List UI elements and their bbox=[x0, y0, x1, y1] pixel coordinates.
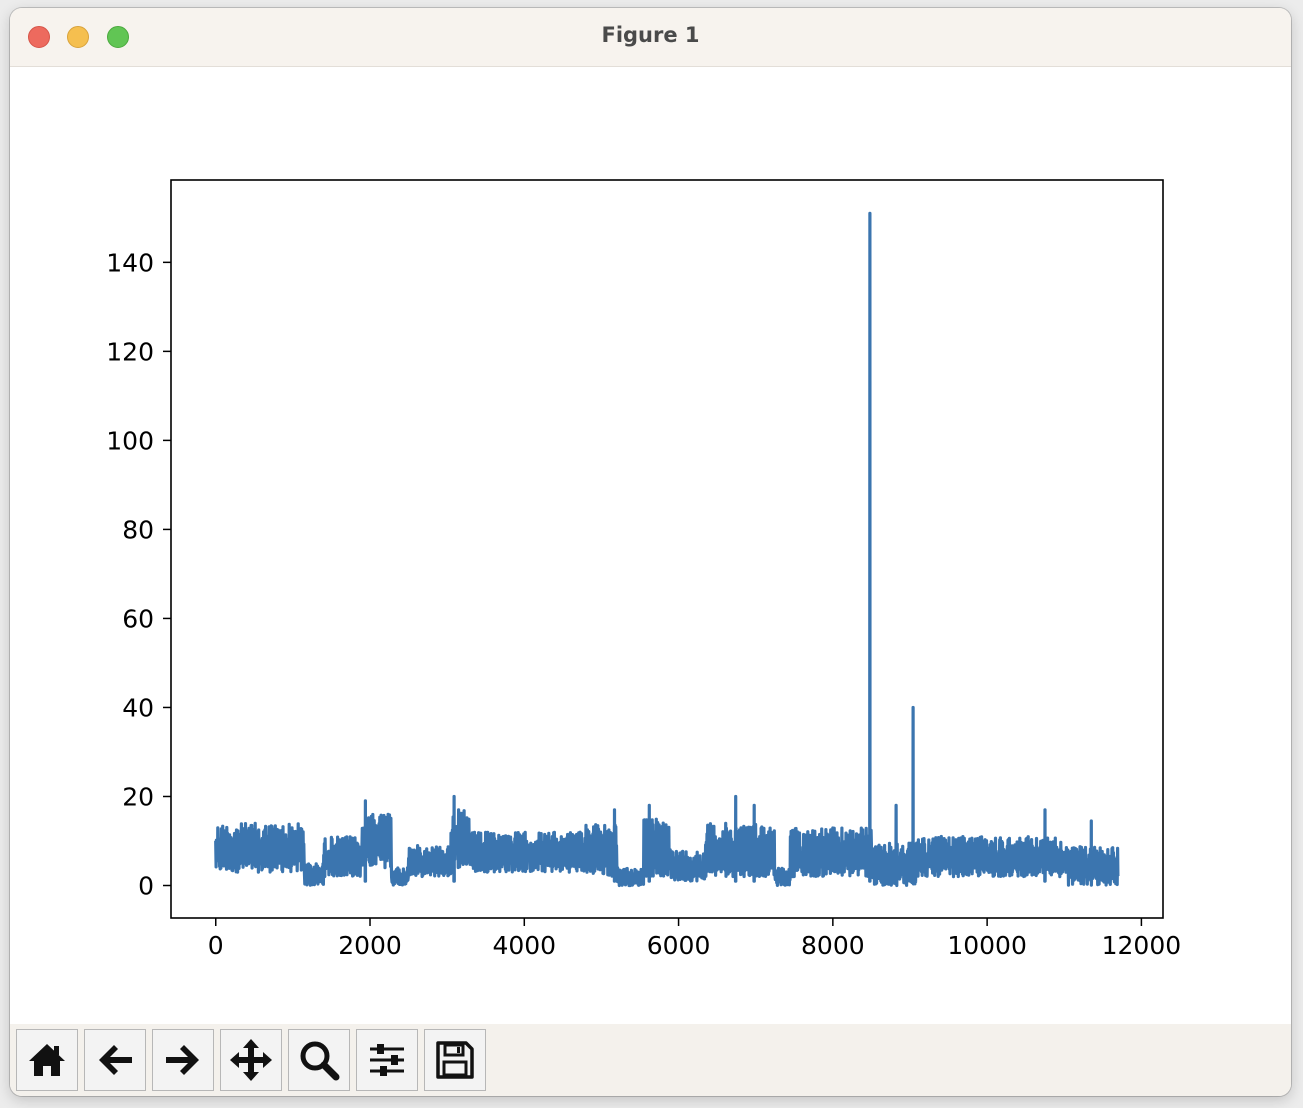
y-tick-label: 120 bbox=[106, 337, 154, 366]
title-bar[interactable]: Figure 1 bbox=[10, 8, 1291, 67]
floppy-disk-icon bbox=[436, 1041, 474, 1079]
line-chart[interactable]: 0 2000 4000 6000 8000 10000 12000 0 20 40 60 80 100 1… bbox=[10, 67, 1291, 1024]
y-tick-label: 40 bbox=[122, 693, 154, 722]
navigation-toolbar bbox=[10, 1024, 1291, 1096]
x-tick-label: 12000 bbox=[1102, 931, 1182, 960]
arrow-right-icon bbox=[166, 1045, 199, 1075]
save-button[interactable] bbox=[424, 1029, 486, 1091]
back-button[interactable] bbox=[84, 1029, 146, 1091]
x-tick-label: 0 bbox=[208, 931, 224, 960]
y-tick-label: 60 bbox=[122, 604, 154, 633]
y-tick-label: 140 bbox=[106, 248, 154, 277]
axes-frame bbox=[170, 179, 1164, 919]
figure-canvas[interactable]: 0 2000 4000 6000 8000 10000 12000 0 20 40 60 80 100 1… bbox=[10, 67, 1291, 1024]
figure-window: Figure 1 0 2000 4000 6000 8000 10000 12000 0 20 4… bbox=[10, 8, 1291, 1096]
x-tick-label: 2000 bbox=[338, 931, 402, 960]
y-tick-label: 100 bbox=[106, 426, 154, 455]
forward-button[interactable] bbox=[152, 1029, 214, 1091]
x-tick-label: 6000 bbox=[647, 931, 711, 960]
pan-button[interactable] bbox=[220, 1029, 282, 1091]
move-icon bbox=[230, 1039, 272, 1081]
x-tick-label: 4000 bbox=[492, 931, 556, 960]
sliders-icon bbox=[370, 1044, 404, 1076]
y-tick-label: 20 bbox=[122, 782, 154, 811]
configure-subplots-button[interactable] bbox=[356, 1029, 418, 1091]
y-tick-label: 80 bbox=[122, 515, 154, 544]
y-tick-label: 0 bbox=[138, 872, 154, 901]
x-tick-label: 8000 bbox=[801, 931, 865, 960]
x-tick-label: 10000 bbox=[947, 931, 1027, 960]
home-button[interactable] bbox=[16, 1029, 78, 1091]
home-icon bbox=[29, 1044, 65, 1076]
magnifier-icon bbox=[300, 1041, 340, 1081]
arrow-left-icon bbox=[99, 1045, 132, 1075]
zoom-button[interactable] bbox=[288, 1029, 350, 1091]
window-title: Figure 1 bbox=[601, 23, 700, 47]
